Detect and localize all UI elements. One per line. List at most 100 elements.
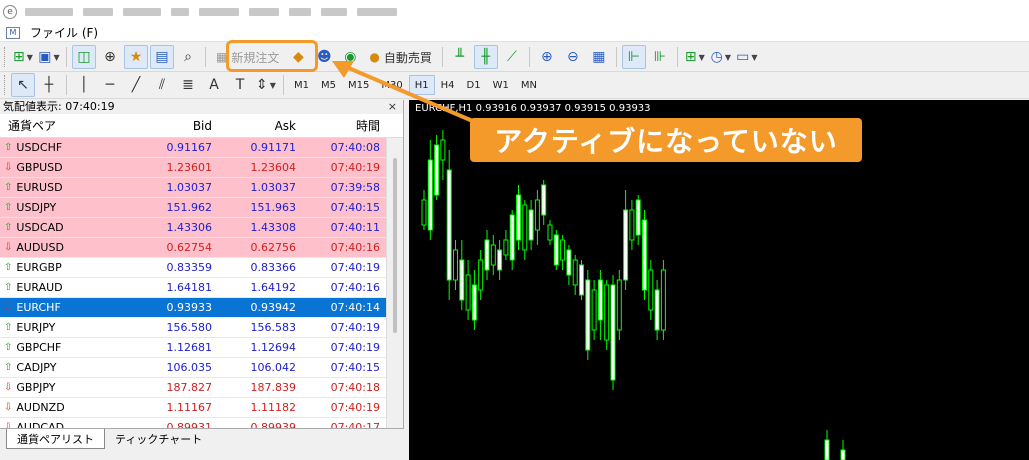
candle-body: [604, 284, 610, 341]
time-cell: 07:40:08: [330, 141, 380, 154]
terminal-button[interactable]: ▤: [150, 45, 174, 69]
time-cell: 07:40:19: [330, 321, 380, 334]
market-watch-button[interactable]: ◫: [72, 45, 96, 69]
arrow-down-icon: ⇩: [4, 242, 13, 253]
arrows-button[interactable]: ⇕ ▼: [254, 73, 278, 97]
table-row[interactable]: ⇩ GBPJPY 187.827 187.839 07:40:18: [0, 378, 386, 398]
table-row[interactable]: ⇧ GBPCHF 1.12681 1.12694 07:40:19: [0, 338, 386, 358]
time-cell: 07:40:11: [330, 221, 380, 234]
bid-cell: 1.12681: [166, 341, 213, 354]
candle-body: [427, 159, 433, 231]
table-row[interactable]: ⇩ AUDNZD 1.11167 1.11182 07:40:19: [0, 398, 386, 418]
toolbar-grip[interactable]: [4, 47, 7, 67]
star-folder-icon: ★: [129, 49, 143, 65]
text-button[interactable]: A: [202, 73, 226, 97]
symbol-name: AUDUSD: [16, 241, 64, 254]
timeframe-w1[interactable]: W1: [487, 75, 515, 95]
arrow-down-icon: ⇩: [4, 162, 13, 173]
column-ask[interactable]: Ask: [216, 119, 300, 133]
workspace-icon[interactable]: M: [6, 26, 20, 39]
column-bid[interactable]: Bid: [130, 119, 216, 133]
market-watch-panel: 気配値表示: 07:40:19 × 通貨ペア Bid Ask 時間 ⇧ USDCH…: [0, 100, 404, 460]
vertical-scrollbar[interactable]: [386, 138, 403, 428]
ask-cell: 187.839: [250, 381, 297, 394]
annotation-highlight-box: [226, 40, 318, 72]
bid-cell: 0.89931: [166, 421, 213, 428]
data-window-button[interactable]: ⊕: [98, 45, 122, 69]
horizontal-line-icon: ─: [105, 77, 115, 93]
zoom-in-button[interactable]: ⊕: [535, 45, 559, 69]
column-symbol[interactable]: 通貨ペア: [0, 117, 130, 134]
table-row[interactable]: ⇧ EURJPY 156.580 156.583 07:40:19: [0, 318, 386, 338]
periods-button[interactable]: ◷ ▼: [709, 45, 733, 69]
vertical-line-button[interactable]: │: [72, 73, 96, 97]
zoom-out-button[interactable]: ⊖: [561, 45, 585, 69]
crosshair-icon: ┼: [44, 77, 54, 93]
candlestick-icon: ╫: [481, 49, 491, 65]
table-row[interactable]: ⇧ USDJPY 151.962 151.963 07:40:15: [0, 198, 386, 218]
templates-button[interactable]: ▭ ▼: [735, 45, 759, 69]
profiles-button[interactable]: ▣ ▼: [37, 45, 61, 69]
new-chart-button[interactable]: ⊞ ▼: [11, 45, 35, 69]
candle-body: [516, 194, 521, 241]
tab-tick-chart[interactable]: ティックチャート: [105, 429, 212, 449]
line-chart-icon: ⟋: [506, 49, 517, 65]
indicators-button[interactable]: ⊞ ▼: [683, 45, 707, 69]
time-cell: 07:40:19: [330, 261, 380, 274]
scrollbar-thumb[interactable]: [393, 158, 397, 333]
text-icon: A: [209, 77, 219, 93]
candle-body: [541, 184, 547, 216]
chevron-down-icon: ▼: [751, 52, 758, 62]
time-cell: 07:40:15: [330, 361, 380, 374]
bid-cell: 106.035: [166, 361, 213, 374]
tile-icon: ▦: [592, 49, 606, 65]
navigator-button[interactable]: ★: [124, 45, 148, 69]
chart-shift-button[interactable]: ⊪: [648, 45, 672, 69]
table-row[interactable]: ⇧ USDCHF 0.91167 0.91171 07:40:08: [0, 138, 386, 158]
table-row[interactable]: ⇧ EURAUD 1.64181 1.64192 07:40:16: [0, 278, 386, 298]
timeframe-mn[interactable]: MN: [515, 75, 543, 95]
line-chart-button[interactable]: ⟋: [500, 45, 524, 69]
ask-cell: 0.93942: [250, 301, 297, 314]
candle-body: [503, 239, 509, 256]
symbol-name: CADJPY: [16, 361, 57, 374]
equidistant-channel-button[interactable]: ⫽: [150, 73, 174, 97]
symbol-cell: ⇩ AUDNZD: [0, 401, 130, 414]
separator: [66, 75, 67, 95]
crosshair-button[interactable]: ┼: [37, 73, 61, 97]
trendline-button[interactable]: ╱: [124, 73, 148, 97]
tab-symbols[interactable]: 通貨ペアリスト: [6, 429, 105, 449]
ask-cell: 106.042: [250, 361, 297, 374]
strategy-tester-button[interactable]: ⌕: [176, 45, 200, 69]
chevron-down-icon: ▼: [53, 52, 60, 62]
menu-file[interactable]: ファイル (F): [30, 24, 98, 41]
symbol-cell: ⇧ CADJPY: [0, 361, 130, 374]
arrow-up-icon: ⇧: [4, 202, 13, 213]
candle-body: [497, 249, 503, 271]
table-row[interactable]: ⇩ EURCHF 0.93933 0.93942 07:40:14: [0, 298, 386, 318]
fibonacci-button[interactable]: ≣: [176, 73, 200, 97]
table-row[interactable]: ⇧ EURGBP 0.83359 0.83366 07:40:19: [0, 258, 386, 278]
tile-windows-button[interactable]: ▦: [587, 45, 611, 69]
table-row[interactable]: ⇧ USDCAD 1.43306 1.43308 07:40:11: [0, 218, 386, 238]
candle-body: [635, 199, 641, 236]
timeframe-m1[interactable]: M1: [288, 75, 315, 95]
auto-scroll-icon: ⊩: [627, 49, 640, 65]
auto-scroll-button[interactable]: ⊩: [621, 45, 646, 69]
label-icon: T: [235, 77, 245, 93]
table-row[interactable]: ⇧ EURUSD 1.03037 1.03037 07:39:58: [0, 178, 386, 198]
separator: [528, 47, 530, 67]
table-row[interactable]: ⇧ CADJPY 106.035 106.042 07:40:15: [0, 358, 386, 378]
symbol-name: GBPJPY: [16, 381, 56, 394]
cursor-button[interactable]: ↖: [11, 73, 35, 97]
table-row[interactable]: ⇩ AUDUSD 0.62754 0.62756 07:40:16: [0, 238, 386, 258]
standard-toolbar: ⊞ ▼ ▣ ▼ ◫ ⊕ ★ ▤ ⌕ ▦ 新規注文 ◆ ☻ ◉ ● 自動売買 ╨ ╫ ⟋ …: [0, 43, 1029, 72]
horizontal-line-button[interactable]: ─: [98, 73, 122, 97]
table-row[interactable]: ⇩ GBPUSD 1.23601 1.23604 07:40:19: [0, 158, 386, 178]
symbol-cell: ⇧ EURAUD: [0, 281, 130, 294]
candle-body: [434, 144, 440, 196]
toolbar-grip[interactable]: [4, 75, 7, 95]
label-button[interactable]: T: [228, 73, 252, 97]
template-icon: ▭: [736, 49, 750, 65]
table-row[interactable]: ⇩ AUDCAD 0.89931 0.89939 07:40:17: [0, 418, 386, 428]
